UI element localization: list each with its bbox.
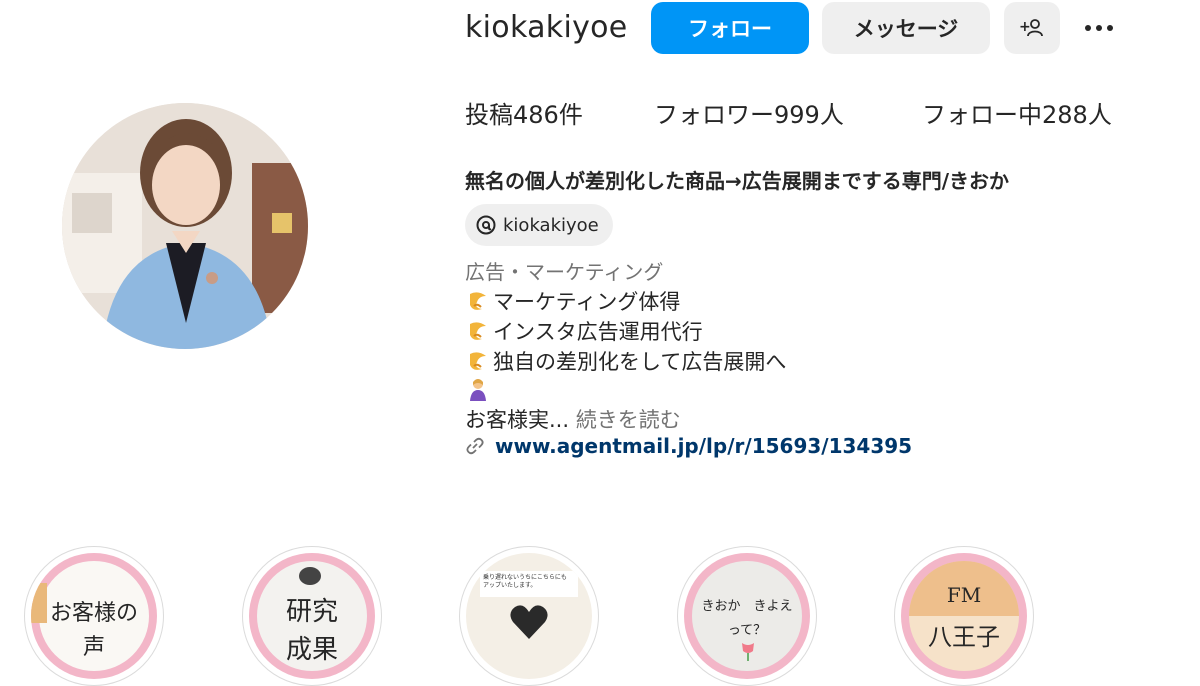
highlight-text: きおか きよえ <box>701 599 793 614</box>
highlight-cover: 研究 成果 <box>249 553 375 679</box>
highlight-text: って？ <box>727 623 767 638</box>
follow-button[interactable]: フォロー <box>651 2 809 54</box>
highlight-cover: FM 八王子 <box>901 553 1027 679</box>
bio-truncated: お客様実... 続きを読む <box>465 404 681 434</box>
more-options-button[interactable] <box>1075 6 1123 50</box>
posts-suffix: 件 <box>558 101 583 129</box>
threads-icon <box>476 215 496 235</box>
highlight-text: 成果 <box>285 635 338 665</box>
bio-line-text: 独自の差別化をして広告展開へ <box>493 350 787 374</box>
bio-display-name: 無名の個人が差別化した商品→広告展開までする専門/きおか <box>465 169 1010 193</box>
highlight-text: 声 <box>82 635 105 660</box>
threads-badge[interactable]: kiokakiyoe <box>465 204 613 246</box>
bio-line: 独自の差別化をして広告展開へ <box>465 346 786 376</box>
heart-icon <box>510 605 548 639</box>
highlight-text: FM <box>946 583 982 607</box>
followers-label: フォロワー <box>654 101 774 129</box>
following-suffix: 人 <box>1087 101 1112 129</box>
profile-category: 広告・マーケティング <box>465 260 664 284</box>
more-icon <box>1085 25 1091 31</box>
threads-handle: kiokakiyoe <box>503 214 599 236</box>
posts-label: 投稿 <box>465 101 513 129</box>
add-user-icon: + <box>1019 19 1043 37</box>
followers-stat[interactable]: フォロワー999人 <box>654 98 844 132</box>
highlight-cover: きおか きよえ って？ <box>684 553 810 679</box>
profile-avatar[interactable] <box>62 103 308 349</box>
highlight-item[interactable]: お客様の 声 <box>24 546 164 686</box>
link-icon <box>466 437 484 455</box>
bio-line: マーケティング体得 <box>465 286 680 316</box>
bio-line-text: インスタ広告運用代行 <box>493 320 703 344</box>
hourglass-emoji-icon <box>470 352 486 370</box>
read-more-link[interactable]: 続きを読む <box>576 408 681 432</box>
highlight-text: 研究 <box>285 597 338 627</box>
more-icon-dot <box>1096 25 1102 31</box>
bio-truncated-text: お客様実... <box>465 408 570 432</box>
highlight-text: アップいたします。 <box>483 582 537 589</box>
highlight-item[interactable]: FM 八王子 <box>894 546 1034 686</box>
highlight-text: 乗り遅れないうちにこちらにも <box>483 574 567 581</box>
highlight-item[interactable]: きおか きよえ って？ <box>677 546 817 686</box>
bio-line-text: マーケティング体得 <box>493 290 681 314</box>
followers-suffix: 人 <box>819 101 844 129</box>
highlight-item[interactable]: 研究 成果 <box>242 546 382 686</box>
following-label: フォロー中 <box>922 101 1042 129</box>
profile-username: kiokakiyoe <box>465 10 628 45</box>
more-icon-dot <box>1107 25 1113 31</box>
person-emoji-icon <box>470 379 486 401</box>
tulip-icon <box>742 643 754 661</box>
followers-count: 999 <box>774 101 820 129</box>
avatar-photo <box>62 103 308 349</box>
add-user-button[interactable]: + <box>1004 2 1060 54</box>
highlight-text: 八王子 <box>928 623 1000 651</box>
message-button[interactable]: メッセージ <box>822 2 990 54</box>
bio-link-text: www.agentmail.jp/lp/r/15693/134395 <box>495 434 913 458</box>
following-stat[interactable]: フォロー中288人 <box>922 98 1112 132</box>
highlight-cover: 乗り遅れないうちにこちらにも アップいたします。 <box>466 553 592 679</box>
highlight-text: お客様の <box>49 601 138 626</box>
bio-external-link[interactable]: www.agentmail.jp/lp/r/15693/134395 <box>465 434 912 458</box>
highlight-item[interactable]: 乗り遅れないうちにこちらにも アップいたします。 <box>459 546 599 686</box>
hourglass-emoji-icon <box>470 322 486 340</box>
posts-stat: 投稿486件 <box>465 98 583 132</box>
bio-line: インスタ広告運用代行 <box>465 316 703 346</box>
hourglass-emoji-icon <box>470 292 486 310</box>
posts-count: 486 <box>513 101 559 129</box>
following-count: 288 <box>1042 101 1088 129</box>
bio-emoji-line <box>465 376 493 402</box>
highlight-cover: お客様の 声 <box>31 553 157 679</box>
